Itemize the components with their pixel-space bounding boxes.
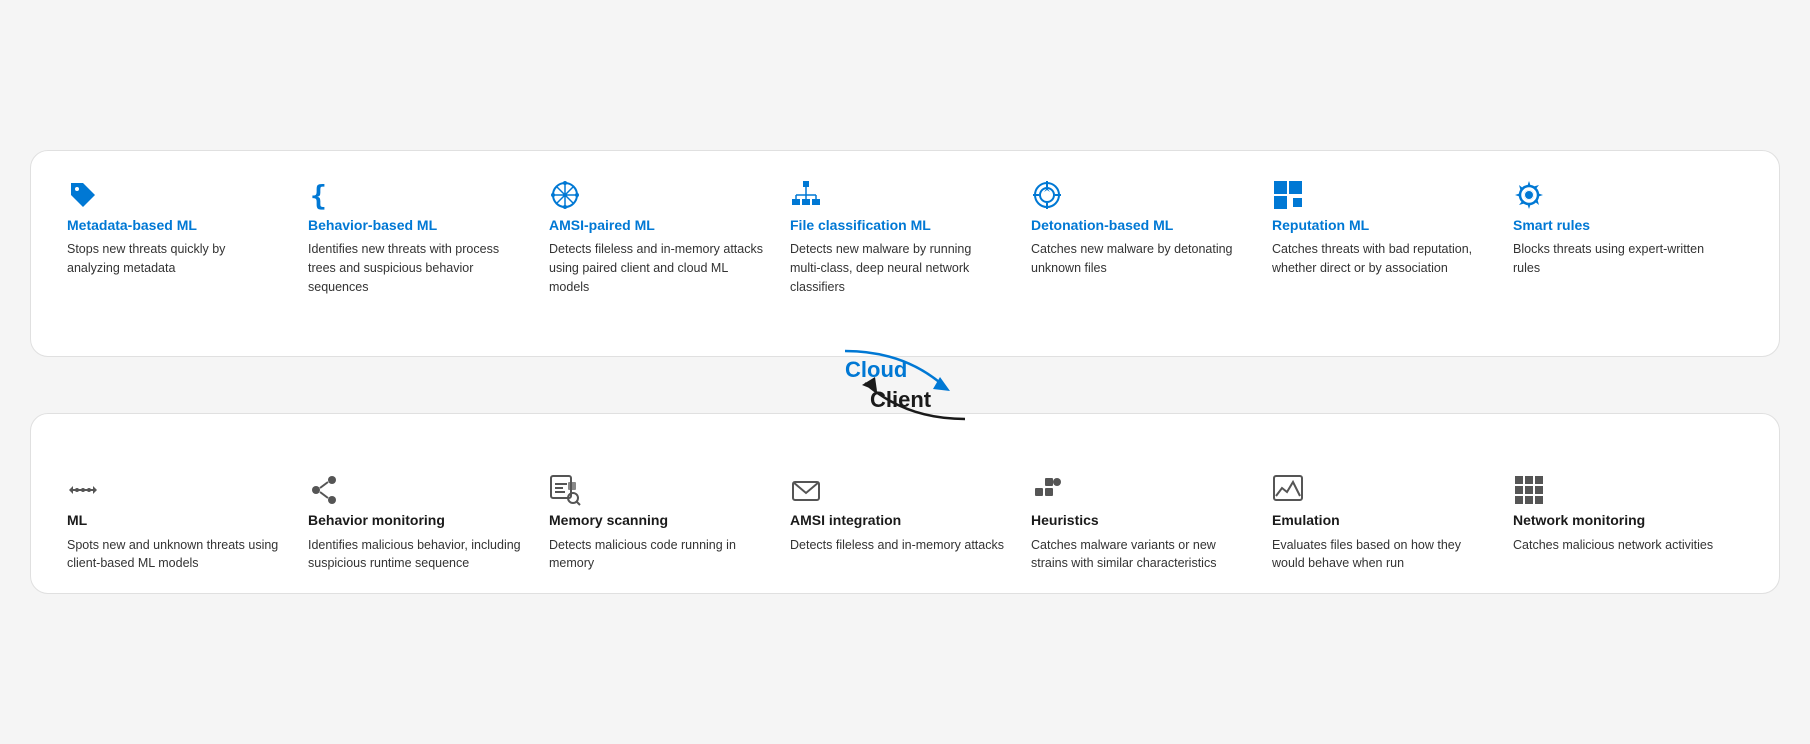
client-arrow-svg: Client [815, 367, 995, 423]
detonation-ml-icon [1031, 179, 1245, 216]
metadata-ml-desc: Stops new threats quickly by analyzing m… [67, 240, 281, 278]
network-monitoring-title: Network monitoring [1513, 511, 1727, 529]
item-smart-rules: Smart rules Blocks threats using expert-w… [1513, 179, 1743, 296]
file-classification-ml-title: File classification ML [790, 216, 1004, 234]
client-items-row: ML Spots new and unknown threats using cl… [67, 474, 1743, 573]
metadata-ml-title: Metadata-based ML [67, 216, 281, 234]
amsi-integration-desc: Detects fileless and in-memory attacks [790, 536, 1004, 555]
behavior-ml-title: Behavior-based ML [308, 216, 522, 234]
svg-text:Client: Client [870, 387, 932, 412]
smart-rules-desc: Blocks threats using expert-written rule… [1513, 240, 1727, 278]
file-classification-ml-desc: Detects new malware by running multi-cla… [790, 240, 1004, 296]
behavior-ml-desc: Identifies new threats with process tree… [308, 240, 522, 296]
memory-scanning-title: Memory scanning [549, 511, 763, 529]
reputation-ml-title: Reputation ML [1272, 216, 1486, 234]
client-panel: ML Spots new and unknown threats using cl… [30, 413, 1780, 594]
amsi-ml-desc: Detects fileless and in-memory attacks u… [549, 240, 763, 296]
item-metadata-ml: Metadata-based ML Stops new threats quick… [67, 179, 297, 296]
smart-rules-title: Smart rules [1513, 216, 1727, 234]
detonation-ml-title: Detonation-based ML [1031, 216, 1245, 234]
network-monitoring-icon [1513, 474, 1727, 511]
client-ml-icon [67, 474, 281, 511]
item-reputation-ml: Reputation ML Catches threats with bad re… [1272, 179, 1502, 296]
svg-text:{ }: { } [310, 179, 340, 211]
item-emulation: Emulation Evaluates files based on how th… [1272, 474, 1502, 573]
network-monitoring-desc: Catches malicious network activities [1513, 536, 1727, 555]
item-amsi-integration: AMSI integration Detects fileless and in-… [790, 474, 1020, 573]
reputation-ml-desc: Catches threats with bad reputation, whe… [1272, 240, 1486, 278]
cloud-panel: Metadata-based ML Stops new threats quick… [30, 150, 1780, 357]
behavior-monitoring-icon [308, 474, 522, 511]
detonation-ml-desc: Catches new malware by detonating unknow… [1031, 240, 1245, 278]
smart-rules-icon [1513, 179, 1727, 216]
metadata-ml-icon [67, 179, 281, 216]
amsi-integration-icon [790, 474, 1004, 511]
heuristics-icon [1031, 474, 1245, 511]
item-client-ml: ML Spots new and unknown threats using cl… [67, 474, 297, 573]
item-heuristics: Heuristics Catches malware variants or ne… [1031, 474, 1261, 573]
emulation-desc: Evaluates files based on how they would … [1272, 536, 1486, 574]
emulation-icon [1272, 474, 1486, 511]
amsi-ml-title: AMSI-paired ML [549, 216, 763, 234]
item-behavior-monitoring: Behavior monitoring Identifies malicious … [308, 474, 538, 573]
item-network-monitoring: Network monitoring Catches malicious netw… [1513, 474, 1743, 573]
heuristics-desc: Catches malware variants or new strains … [1031, 536, 1245, 574]
reputation-ml-icon [1272, 179, 1486, 216]
item-detonation-ml: Detonation-based ML Catches new malware b… [1031, 179, 1261, 296]
item-behavior-ml: { } Behavior-based ML Identifies new threa… [308, 179, 538, 296]
behavior-monitoring-title: Behavior monitoring [308, 511, 522, 529]
item-file-classification-ml: File classification ML Detects new malwar… [790, 179, 1020, 296]
behavior-ml-icon: { } [308, 179, 522, 216]
client-ml-desc: Spots new and unknown threats using clie… [67, 536, 281, 574]
amsi-ml-icon [549, 179, 763, 216]
behavior-monitoring-desc: Identifies malicious behavior, including… [308, 536, 522, 574]
client-ml-title: ML [67, 511, 281, 529]
amsi-integration-title: AMSI integration [790, 511, 1004, 529]
cloud-items-row: Metadata-based ML Stops new threats quick… [67, 179, 1743, 296]
emulation-title: Emulation [1272, 511, 1486, 529]
memory-scanning-icon [549, 474, 763, 511]
item-memory-scanning: Memory scanning Detects malicious code ru… [549, 474, 779, 573]
file-classification-ml-icon [790, 179, 1004, 216]
middle-area: Cloud Client [30, 357, 1780, 413]
memory-scanning-desc: Detects malicious code running in memory [549, 536, 763, 574]
item-amsi-ml: AMSI-paired ML Detects fileless and in-me… [549, 179, 779, 296]
heuristics-title: Heuristics [1031, 511, 1245, 529]
